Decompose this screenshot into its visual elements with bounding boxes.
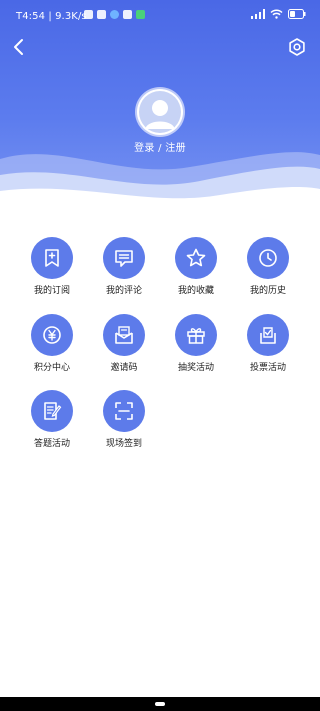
chevron-left-icon — [14, 39, 23, 55]
menu-item-points-center[interactable]: 积分中心 — [16, 314, 88, 380]
default-user-icon — [139, 91, 181, 133]
menu-item-label: 积分中心 — [33, 363, 70, 373]
status-bar: T4:54 | 9.3K/s — [0, 0, 320, 34]
menu-icon-circle — [247, 237, 289, 279]
menu-icon-circle — [103, 237, 145, 279]
comment-icon — [115, 250, 133, 267]
yen-coin-icon — [43, 326, 61, 344]
battery-icon — [288, 9, 306, 19]
menu-item-label: 我的评论 — [105, 286, 142, 296]
menu-icon-circle — [247, 314, 289, 356]
menu-icon-circle — [175, 314, 217, 356]
bookmark-plus-icon — [45, 249, 59, 267]
menu-item-invite-code[interactable]: 邀请码 — [88, 314, 160, 380]
back-button[interactable] — [6, 34, 32, 60]
menu-item-label: 现场签到 — [105, 439, 142, 449]
message-icon — [123, 10, 132, 19]
menu-item-label: 我的历史 — [249, 286, 286, 296]
menu-item-subscriptions[interactable]: 我的订阅 — [16, 237, 88, 303]
play-icon — [136, 10, 145, 19]
gift-icon — [187, 328, 205, 344]
menu-item-lottery[interactable]: 抽奖活动 — [160, 314, 232, 380]
header-wave-decoration — [0, 152, 320, 215]
clock-icon — [259, 249, 277, 267]
menu-icon-circle — [31, 237, 73, 279]
system-navigation-bar — [0, 697, 320, 711]
notification-icon — [84, 10, 93, 19]
menu-item-comments[interactable]: 我的评论 — [88, 237, 160, 303]
menu-item-favorites[interactable]: 我的收藏 — [160, 237, 232, 303]
menu-item-history[interactable]: 我的历史 — [232, 237, 304, 303]
star-icon — [186, 248, 206, 267]
system-icons — [251, 9, 306, 19]
menu-item-label: 我的订阅 — [33, 286, 70, 296]
menu-icon-circle — [31, 314, 73, 356]
menu-icon-circle — [103, 390, 145, 432]
menu-icon-circle — [103, 314, 145, 356]
menu-item-label: 我的收藏 — [177, 286, 214, 296]
menu-item-label: 邀请码 — [110, 363, 138, 373]
menu-item-label: 投票活动 — [249, 363, 286, 373]
invite-envelope-icon — [115, 326, 133, 344]
shield-icon — [97, 10, 106, 19]
settings-button[interactable] — [284, 34, 310, 60]
menu-icon-circle — [31, 390, 73, 432]
signal-icon — [251, 9, 265, 19]
menu-item-label: 抽奖活动 — [177, 363, 214, 373]
menu-item-checkin[interactable]: 现场签到 — [88, 390, 160, 456]
quiz-pen-icon — [44, 402, 62, 420]
menu-icon-circle — [175, 237, 217, 279]
home-indicator[interactable] — [155, 702, 165, 706]
notification-icons — [84, 10, 145, 19]
ballot-box-icon — [260, 327, 276, 344]
browser-icon — [110, 10, 119, 19]
wifi-icon — [270, 9, 283, 19]
scan-frame-icon — [115, 402, 133, 420]
menu-item-label: 答题活动 — [33, 439, 70, 449]
menu-item-voting[interactable]: 投票活动 — [232, 314, 304, 380]
avatar[interactable] — [137, 89, 183, 135]
menu-item-quiz[interactable]: 答题活动 — [16, 390, 88, 456]
login-register-link[interactable]: 登录 / 注册 — [0, 139, 320, 154]
gear-icon — [289, 38, 305, 56]
status-time: T4:54 | 9.3K/s — [16, 11, 87, 22]
